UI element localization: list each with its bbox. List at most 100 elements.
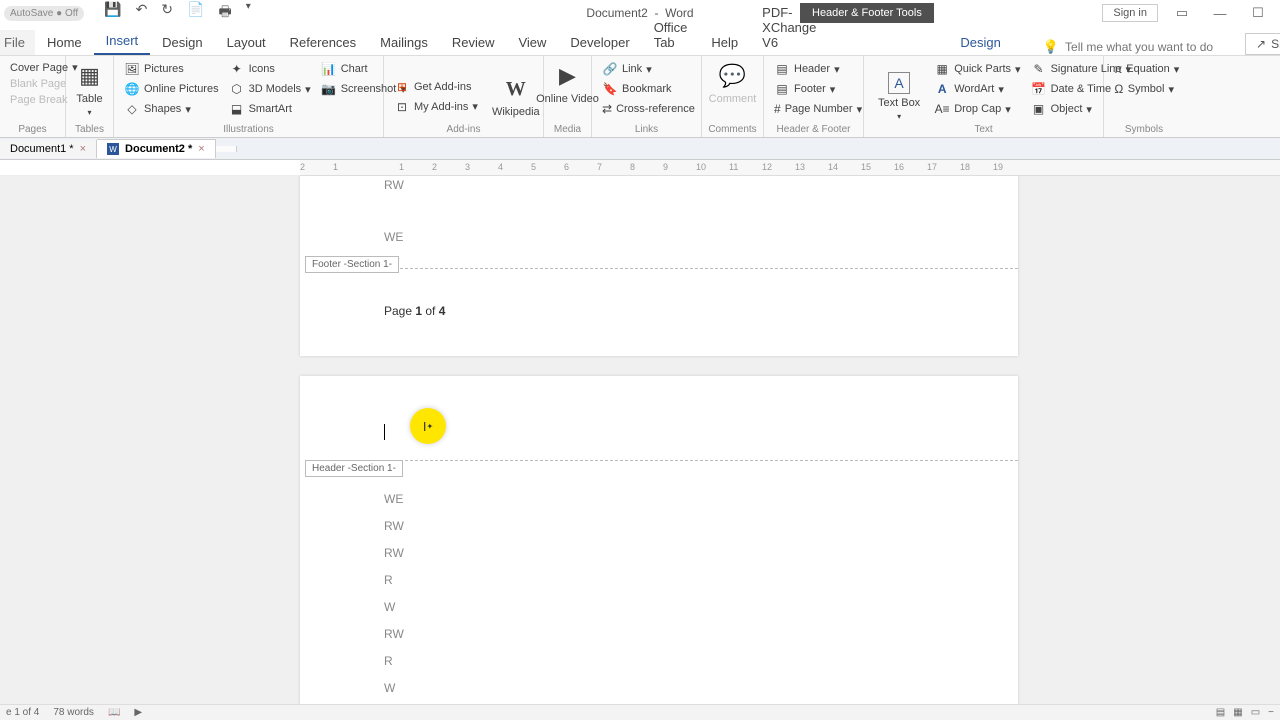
shapes-button[interactable]: ◇Shapes ▾ [122,100,221,118]
tab-officetab[interactable]: Office Tab [642,15,700,55]
footer-section-tag: Footer -Section 1- [305,256,399,273]
body-text[interactable]: RW [384,546,404,560]
save-icon[interactable]: 💾 [104,1,121,25]
web-layout-icon[interactable]: ▭ [1251,707,1260,718]
cover-page-button[interactable]: Cover Page ▾ [8,60,57,75]
tell-me-input[interactable] [1065,40,1245,54]
addins-icon: ⊡ [394,99,410,115]
tell-me-search[interactable]: 💡 [1043,39,1245,55]
comment-button[interactable]: 💬 Comment [710,60,755,107]
doctab-document1[interactable]: Document1 *× [0,140,97,158]
body-text[interactable]: R [384,654,393,668]
group-media: ▶ Online Video Media [544,56,592,137]
macro-icon[interactable]: ▶ [134,707,142,718]
quick-parts-button[interactable]: ▦Quick Parts ▾ [932,60,1022,78]
blank-page-button[interactable]: Blank Page [8,77,57,91]
sign-in-button[interactable]: Sign in [1102,4,1158,22]
online-video-button[interactable]: ▶ Online Video [552,60,583,107]
print-icon[interactable]: 🖶 [218,1,231,25]
horizontal-ruler[interactable]: 2112345678910111213141516171819 [0,160,1280,176]
tab-review[interactable]: Review [440,30,507,55]
footer-icon: ▤ [774,81,790,97]
text-box-button[interactable]: A Text Box▾ [872,60,926,133]
link-icon: 🔗 [602,61,618,77]
ribbon-display-icon[interactable]: ▭ [1168,5,1196,21]
word-icon: W [107,143,119,155]
body-text[interactable]: RW [384,519,404,533]
body-text[interactable]: W [384,681,395,695]
table-button[interactable]: ▦ Table▾ [74,60,105,119]
qat-more-icon[interactable]: ▾ [246,1,251,25]
bookmark-button[interactable]: 🔖Bookmark [600,80,693,98]
cross-reference-button[interactable]: ⇄Cross-reference [600,100,693,118]
title-bar: AutoSave ● Off 💾 ↶ ↻ 📄 🖶 ▾ Document2 - W… [0,0,1280,26]
wordart-button[interactable]: AWordArt ▾ [932,80,1022,98]
tab-mailings[interactable]: Mailings [368,30,440,55]
body-text[interactable]: RW [384,178,404,192]
page-break-button[interactable]: Page Break [8,93,57,107]
screenshot-icon: 📷 [321,81,337,97]
header-button[interactable]: ▤Header ▾ [772,60,855,78]
body-text[interactable]: R [384,573,393,587]
crossref-icon: ⇄ [602,101,612,117]
tab-developer[interactable]: Developer [558,30,641,55]
3d-models-button[interactable]: ⬡3D Models ▾ [227,80,313,98]
icons-button[interactable]: ✦Icons [227,60,313,78]
body-text[interactable]: RW [384,627,404,641]
symbol-button[interactable]: ΩSymbol ▾ [1112,80,1176,98]
ruler-tick: 2 [300,162,305,172]
status-page[interactable]: e 1 of 4 [6,707,39,718]
spell-check-icon[interactable]: 📖 [108,707,120,718]
close-icon[interactable]: × [80,143,86,155]
zoom-out-icon[interactable]: − [1268,707,1274,718]
tab-help[interactable]: Help [699,30,750,55]
tab-file[interactable]: File [0,30,35,55]
footer-page-number[interactable]: Page 1 of 4 [384,304,445,318]
tab-references[interactable]: References [278,30,368,55]
close-icon[interactable]: × [198,143,204,155]
dropcap-icon: A≡ [934,101,950,117]
body-text[interactable]: WE [384,230,403,244]
smartart-button[interactable]: ⬓SmartArt [227,100,313,118]
equation-button[interactable]: πEquation ▾ [1112,60,1176,78]
undo-icon[interactable]: ↶ [136,1,148,25]
group-label: Tables [66,124,113,135]
tab-design[interactable]: Design [150,30,214,55]
new-doctab-button[interactable] [216,146,237,152]
my-addins-button[interactable]: ⊡My Add-ins ▾ [392,98,480,116]
page-1[interactable]: RW WE W Footer -Section 1- Page 1 of 4 [300,176,1018,356]
pictures-icon: 🖼 [124,61,140,77]
body-text[interactable]: WE [384,492,403,506]
pictures-button[interactable]: 🖼Pictures [122,60,221,78]
group-pages: Cover Page ▾ Blank Page Page Break Pages [0,56,66,137]
read-mode-icon[interactable]: ▤ [1216,707,1225,718]
page-number-button[interactable]: #Page Number ▾ [772,100,855,118]
tab-hf-design[interactable]: Design [948,30,1012,55]
online-pictures-button[interactable]: 🌐Online Pictures [122,80,221,98]
3d-icon: ⬡ [229,81,245,97]
group-label: Media [544,124,591,135]
page-2[interactable]: I✦ Header -Section 1- WERWRWRWRWRW [300,376,1018,704]
autosave-toggle[interactable]: AutoSave ● Off [4,6,84,21]
minimize-icon[interactable]: — [1206,6,1234,21]
redo-icon[interactable]: ↻ [161,1,173,25]
doctab-document2[interactable]: WDocument2 *× [97,139,216,158]
print-layout-icon[interactable]: ▦ [1233,707,1242,718]
ruler-tick: 9 [663,162,668,172]
tab-home[interactable]: Home [35,30,94,55]
tab-layout[interactable]: Layout [215,30,278,55]
drop-cap-button[interactable]: A≡Drop Cap ▾ [932,100,1022,118]
footer-button[interactable]: ▤Footer ▾ [772,80,855,98]
share-button[interactable]: ↗Share [1245,33,1280,55]
link-button[interactable]: 🔗Link ▾ [600,60,693,78]
tab-view[interactable]: View [506,30,558,55]
document-area[interactable]: RW WE W Footer -Section 1- Page 1 of 4 I… [0,176,1280,704]
status-word-count[interactable]: 78 words [53,707,94,718]
tab-insert[interactable]: Insert [94,28,151,55]
maximize-icon[interactable]: ☐ [1244,5,1272,21]
body-text[interactable]: W [384,600,395,614]
touch-icon[interactable]: 📄 [187,1,204,25]
get-addins-button[interactable]: ⊞Get Add-ins [392,78,480,96]
group-header-footer: ▤Header ▾ ▤Footer ▾ #Page Number ▾ Heade… [764,56,864,137]
share-icon: ↗ [1256,37,1266,51]
